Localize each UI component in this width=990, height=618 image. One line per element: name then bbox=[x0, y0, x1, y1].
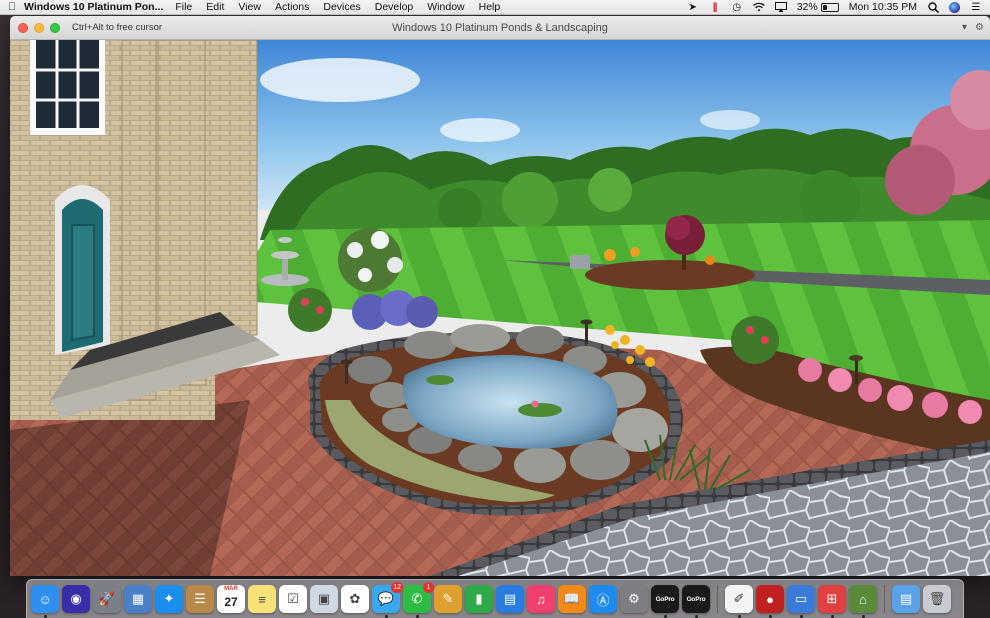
apple-menu-icon[interactable]:  bbox=[0, 1, 24, 13]
dock-photos-icon[interactable]: ✿ bbox=[341, 585, 369, 613]
siri-icon[interactable] bbox=[949, 1, 960, 13]
dock-gopro-2-icon[interactable]: GoPro bbox=[682, 585, 710, 618]
dock-keynote-icon[interactable]: ▤ bbox=[496, 585, 524, 613]
location-arrow-icon[interactable]: ➤ bbox=[687, 1, 699, 13]
menu-file[interactable]: File bbox=[175, 1, 192, 13]
dock-contacts-icon[interactable]: ☰ bbox=[186, 585, 214, 613]
dock-finder-icon[interactable]: ☺ bbox=[31, 585, 59, 618]
menu-bar:  Windows 10 Platinum Pon... File Edit V… bbox=[0, 0, 990, 15]
window-titlebar[interactable]: Ctrl+Alt to free cursor Windows 10 Plati… bbox=[10, 16, 990, 40]
dock-app-circle-icon[interactable]: ● bbox=[756, 585, 784, 618]
dock-ibooks-icon[interactable]: 📖 bbox=[558, 585, 586, 613]
settings-gear-icon[interactable]: ⚙ bbox=[975, 22, 984, 33]
dock-notes-icon[interactable]: ≡ bbox=[248, 585, 276, 613]
dock-downloads-folder-icon[interactable]: ▤ bbox=[892, 585, 920, 613]
house bbox=[10, 40, 280, 420]
menu-actions[interactable]: Actions bbox=[275, 1, 309, 13]
notification-badge: 12 bbox=[391, 582, 403, 593]
battery-status[interactable]: 32% bbox=[797, 1, 839, 13]
dock-parallels-vm-icon[interactable]: ▭ bbox=[787, 585, 815, 618]
app-menu-name[interactable]: Windows 10 Platinum Pon... bbox=[24, 1, 163, 13]
dock-gopro-1-icon[interactable]: GoPro bbox=[651, 585, 679, 618]
menu-clock[interactable]: Mon 10:35 PM bbox=[849, 1, 917, 13]
dock-app-store-icon[interactable]: Ⓐ bbox=[589, 585, 617, 613]
menu-edit[interactable]: Edit bbox=[206, 1, 224, 13]
window-controls bbox=[10, 22, 60, 33]
battery-icon bbox=[820, 2, 839, 12]
parallels-status-icon[interactable]: || bbox=[709, 1, 721, 13]
wifi-icon[interactable] bbox=[752, 1, 765, 13]
landscape-3d-view[interactable] bbox=[10, 40, 990, 576]
close-button[interactable] bbox=[18, 22, 28, 33]
dock-launchpad-icon[interactable]: 🚀 bbox=[93, 585, 121, 613]
dock-separator bbox=[717, 585, 718, 613]
menu-devices[interactable]: Devices bbox=[323, 1, 360, 13]
dock-numbers-icon[interactable]: ▮ bbox=[465, 585, 493, 613]
dock-siri-icon[interactable]: ◉ bbox=[62, 585, 90, 613]
dock-keynote-app-icon[interactable]: ✎ bbox=[434, 585, 462, 613]
menu-view[interactable]: View bbox=[238, 1, 261, 13]
app-window: Ctrl+Alt to free cursor Windows 10 Plati… bbox=[10, 16, 990, 576]
menu-develop[interactable]: Develop bbox=[375, 1, 414, 13]
minimize-button[interactable] bbox=[34, 22, 44, 33]
notification-center-icon[interactable]: ☰ bbox=[970, 1, 982, 13]
dock-messages-icon[interactable]: 💬 12 bbox=[372, 582, 403, 618]
dock-preview-icon[interactable]: ▣ bbox=[310, 585, 338, 613]
calendar-day: 27 bbox=[224, 595, 238, 609]
dropdown-arrow-icon[interactable]: ▾ bbox=[962, 22, 967, 33]
spotlight-search-icon[interactable] bbox=[927, 1, 939, 13]
dock-reminders-icon[interactable]: ☑ bbox=[279, 585, 307, 613]
battery-percent: 32% bbox=[796, 1, 818, 13]
airplay-icon[interactable] bbox=[774, 1, 787, 13]
fullscreen-button[interactable] bbox=[50, 22, 60, 33]
dock-windows-app-icon[interactable]: ⊞ bbox=[818, 585, 846, 618]
dock-app-pencil-icon[interactable]: ✐ bbox=[725, 585, 753, 618]
dock-landscape-app-icon[interactable]: ⌂ bbox=[849, 585, 877, 618]
dock-safari-icon[interactable]: ✦ bbox=[155, 585, 183, 613]
notification-badge: 1 bbox=[423, 582, 434, 593]
dock-calendar-icon[interactable]: MAR 27 bbox=[217, 585, 245, 613]
dock-separator bbox=[884, 585, 885, 613]
cursor-release-hint: Ctrl+Alt to free cursor bbox=[72, 22, 163, 33]
calendar-month: MAR bbox=[224, 586, 238, 592]
dock-facetime-icon[interactable]: ✆ 1 bbox=[403, 582, 434, 618]
time-machine-icon[interactable]: ◷ bbox=[731, 1, 743, 13]
menu-window[interactable]: Window bbox=[427, 1, 464, 13]
dock: ☺ ◉ 🚀 ▦ ✦ ☰ MAR 27 ≡ ☑ ▣ ✿ 💬 12 ✆ 1 ✎ ▮ ▤ ♫ 📖 Ⓐ ⚙ GoPro GoPro ✐ ● ▭… bbox=[26, 579, 964, 618]
dock-photo-app-icon[interactable]: ▦ bbox=[124, 585, 152, 613]
titlebar-tools: ▾ ⚙ bbox=[962, 22, 990, 33]
dock-trash-icon[interactable]: 🗑 bbox=[923, 585, 951, 613]
landscape-render bbox=[10, 40, 990, 576]
menu-help[interactable]: Help bbox=[479, 1, 501, 13]
dock-itunes-icon[interactable]: ♫ bbox=[527, 585, 555, 613]
dock-system-preferences-icon[interactable]: ⚙ bbox=[620, 585, 648, 613]
status-area: ➤ || ◷ 32% Mon 10:35 PM ☰ bbox=[687, 1, 990, 13]
